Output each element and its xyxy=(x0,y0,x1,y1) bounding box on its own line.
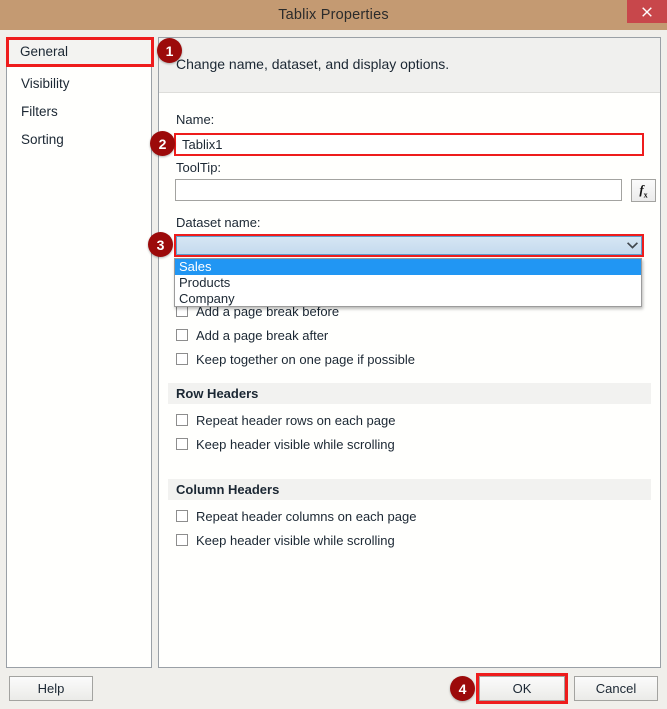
dropdown-option-label: Company xyxy=(179,291,235,306)
sidebar-nav: General Visibility Filters Sorting xyxy=(6,37,152,668)
name-input[interactable] xyxy=(176,135,642,154)
tooltip-label: ToolTip: xyxy=(176,160,221,175)
checkbox-row-repeat-header-rows[interactable]: Repeat header rows on each page xyxy=(176,411,395,429)
cancel-button[interactable]: Cancel xyxy=(574,676,658,701)
expression-button[interactable]: fx xyxy=(631,179,656,202)
checkbox-row-keep-row-header-visible[interactable]: Keep header visible while scrolling xyxy=(176,435,395,453)
tablix-properties-dialog: Tablix Properties General Visibility Fil… xyxy=(0,0,667,709)
annotation-badge-1: 1 xyxy=(157,38,182,63)
checkbox-row-page-break-after[interactable]: Add a page break after xyxy=(176,326,328,344)
checkbox-label: Keep header visible while scrolling xyxy=(196,437,395,452)
dropdown-option-sales[interactable]: Sales xyxy=(175,259,641,275)
ok-button-label: OK xyxy=(513,681,532,696)
content-panel: Change name, dataset, and display option… xyxy=(158,37,661,668)
close-icon xyxy=(641,6,653,18)
cancel-button-label: Cancel xyxy=(596,681,636,696)
section-header-row-headers: Row Headers xyxy=(168,383,651,404)
page-description: Change name, dataset, and display option… xyxy=(176,56,449,72)
help-button[interactable]: Help xyxy=(9,676,93,701)
sidebar-item-label: Filters xyxy=(21,104,58,119)
checkbox-unchecked-icon[interactable] xyxy=(176,510,188,522)
sidebar-item-label: General xyxy=(20,44,68,59)
checkbox-row-keep-column-header-visible[interactable]: Keep header visible while scrolling xyxy=(176,531,395,549)
annotation-badge-4: 4 xyxy=(450,676,475,701)
checkbox-label: Repeat header columns on each page xyxy=(196,509,416,524)
help-button-label: Help xyxy=(38,681,65,696)
ok-button[interactable]: OK xyxy=(479,676,565,701)
function-fx-icon: fx xyxy=(639,182,647,200)
checkbox-row-keep-together[interactable]: Keep together on one page if possible xyxy=(176,350,415,368)
name-label: Name: xyxy=(176,112,214,127)
annotation-box-dataset-combo xyxy=(174,234,644,257)
annotation-badge-3: 3 xyxy=(148,232,173,257)
dropdown-option-products[interactable]: Products xyxy=(175,275,641,291)
checkbox-label: Add a page break after xyxy=(196,328,328,343)
chevron-down-icon xyxy=(623,242,641,249)
checkbox-unchecked-icon[interactable] xyxy=(176,353,188,365)
checkbox-label: Keep header visible while scrolling xyxy=(196,533,395,548)
checkbox-unchecked-icon[interactable] xyxy=(176,329,188,341)
dataset-name-combobox[interactable] xyxy=(176,236,642,255)
sidebar-item-general[interactable]: General xyxy=(9,40,151,64)
checkbox-row-repeat-header-columns[interactable]: Repeat header columns on each page xyxy=(176,507,416,525)
sidebar-item-label: Visibility xyxy=(21,76,70,91)
checkbox-label: Keep together on one page if possible xyxy=(196,352,415,367)
annotation-badge-2: 2 xyxy=(150,131,175,156)
checkbox-unchecked-icon[interactable] xyxy=(176,414,188,426)
annotation-box-ok-button: OK xyxy=(476,673,568,704)
sidebar-item-label: Sorting xyxy=(21,132,64,147)
dropdown-option-company[interactable]: Company xyxy=(175,291,641,307)
dropdown-option-label: Sales xyxy=(179,259,212,274)
close-button[interactable] xyxy=(627,0,667,23)
checkbox-unchecked-icon[interactable] xyxy=(176,438,188,450)
sidebar-item-filters[interactable]: Filters xyxy=(7,98,151,126)
checkbox-unchecked-icon[interactable] xyxy=(176,534,188,546)
checkbox-label: Repeat header rows on each page xyxy=(196,413,395,428)
dropdown-option-label: Products xyxy=(179,275,230,290)
section-title: Column Headers xyxy=(168,482,279,497)
sidebar-item-sorting[interactable]: Sorting xyxy=(7,126,151,154)
tooltip-input[interactable] xyxy=(175,179,622,201)
title-bar: Tablix Properties xyxy=(0,0,667,30)
annotation-box-name-field xyxy=(174,133,644,156)
dataset-dropdown-list[interactable]: Sales Products Company xyxy=(174,258,642,307)
window-title: Tablix Properties xyxy=(0,0,667,30)
section-header-column-headers: Column Headers xyxy=(168,479,651,500)
dataset-name-label: Dataset name: xyxy=(176,215,261,230)
sidebar-item-visibility[interactable]: Visibility xyxy=(7,70,151,98)
section-title: Row Headers xyxy=(168,386,258,401)
annotation-box-general-tab: General xyxy=(6,37,154,67)
